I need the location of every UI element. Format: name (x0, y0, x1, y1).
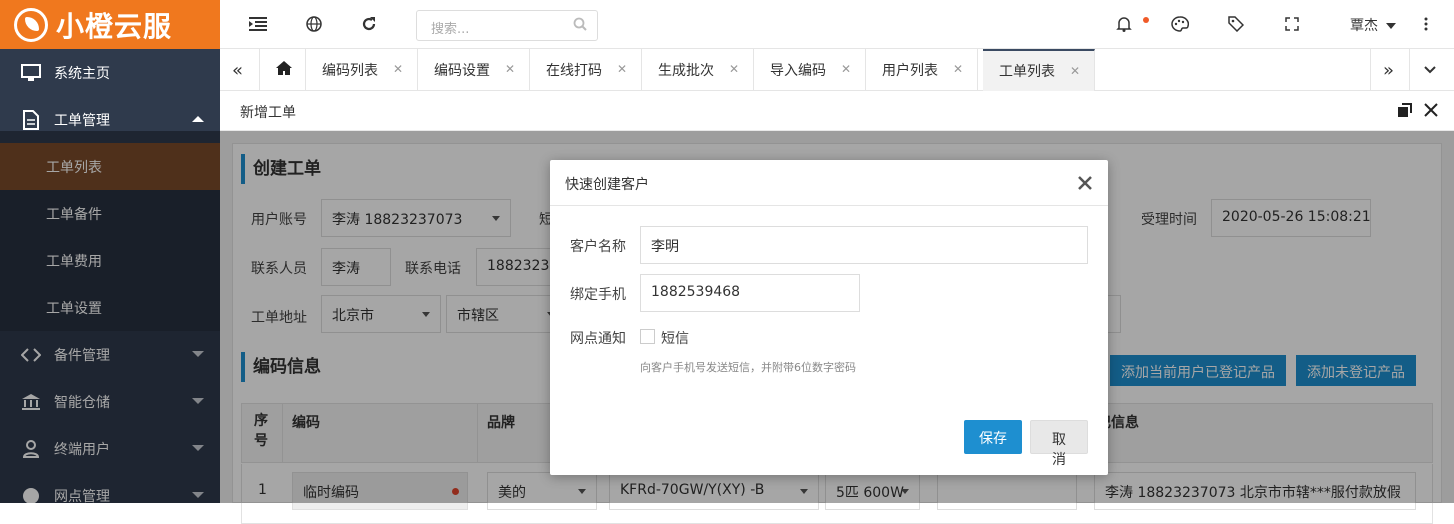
sidebar-item-label: 系统主页 (54, 65, 110, 82)
notification-dot (1143, 17, 1149, 23)
menu-indent-icon[interactable] (248, 14, 268, 34)
customer-name-value: 李明 (651, 239, 679, 255)
monitor-icon (20, 63, 42, 83)
tab-label: 编码设置 (434, 63, 490, 79)
dialog-title: 快速创建客户 (565, 177, 649, 193)
top-bar: 搜索... 覃杰 (220, 0, 1454, 49)
sms-hint: 向客户手机号发送短信，并附带6位数字密码 (640, 361, 856, 374)
close-icon[interactable]: ✕ (729, 62, 739, 76)
chevron-down-icon (1386, 23, 1397, 29)
close-icon[interactable]: ✕ (505, 62, 515, 76)
notify-label: 网点通知 (570, 331, 626, 347)
sidebar-item-home[interactable]: 系统主页 (0, 49, 220, 96)
logo[interactable]: 小橙云服 (0, 0, 220, 49)
close-icon[interactable] (1424, 103, 1438, 121)
tab-user-list[interactable]: 用户列表 ✕ (866, 49, 978, 91)
search-icon[interactable] (573, 17, 587, 35)
home-icon (275, 60, 293, 80)
cancel-button[interactable]: 取消 (1030, 420, 1088, 467)
double-chevron-left-icon: « (232, 59, 244, 81)
orange-logo-icon (14, 7, 48, 42)
tab-home[interactable] (260, 49, 306, 91)
bind-phone-value: 1882539468 (651, 284, 741, 300)
globe-icon[interactable] (304, 14, 324, 34)
tab-label: 编码列表 (322, 63, 378, 79)
customer-name-label: 客户名称 (570, 239, 626, 255)
close-icon[interactable] (1078, 170, 1092, 196)
logo-text: 小橙云服 (56, 9, 173, 43)
breadcrumb: 新增工单 (220, 91, 1454, 131)
user-menu[interactable]: 覃杰 (1350, 15, 1397, 35)
user-name: 覃杰 (1350, 18, 1378, 34)
close-icon[interactable]: ✕ (393, 62, 403, 76)
sms-checkbox[interactable] (640, 329, 655, 344)
scroll-tabs-right-button[interactable]: » (1370, 49, 1410, 91)
fullscreen-icon[interactable] (1282, 14, 1302, 34)
double-chevron-right-icon: » (1383, 59, 1395, 81)
save-button[interactable]: 保存 (964, 420, 1022, 454)
tab-label: 在线打码 (546, 63, 602, 79)
bind-phone-label: 绑定手机 (570, 287, 626, 303)
tab-online-printing[interactable]: 在线打码 ✕ (530, 49, 642, 91)
close-icon[interactable]: ✕ (617, 62, 627, 76)
refresh-icon[interactable] (359, 14, 379, 34)
tab-label: 用户列表 (882, 63, 938, 79)
scroll-tabs-left-button[interactable]: « (220, 49, 260, 91)
palette-icon[interactable] (1170, 14, 1190, 34)
document-icon (20, 109, 42, 130)
bell-icon[interactable] (1114, 14, 1134, 34)
tab-label: 工单列表 (999, 64, 1055, 80)
tab-import-codes[interactable]: 导入编码 ✕ (754, 49, 866, 91)
close-icon[interactable]: ✕ (841, 62, 851, 76)
tab-ticket-list[interactable]: 工单列表 ✕ (983, 49, 1095, 91)
tab-bar: « 编码列表 ✕ 编码设置 ✕ 在线打码 ✕ 生成批次 ✕ 导入编码 ✕ 用户列表 ✕ 工单… (220, 49, 1454, 91)
tab-label: 导入编码 (770, 63, 826, 79)
tab-options-button[interactable] (1410, 49, 1454, 91)
bind-phone-input[interactable]: 1882539468 (640, 274, 860, 312)
quick-create-customer-dialog: 快速创建客户 客户名称 李明 绑定手机 1882539468 网点通知 短信 向… (550, 160, 1108, 475)
restore-window-icon[interactable] (1398, 103, 1412, 121)
page-title: 新增工单 (240, 105, 296, 121)
sms-label: 短信 (661, 331, 689, 347)
customer-name-input[interactable]: 李明 (640, 226, 1088, 264)
tab-label: 生成批次 (658, 63, 714, 79)
chevron-down-icon (1424, 62, 1436, 78)
dialog-header: 快速创建客户 (550, 160, 1108, 206)
tag-icon[interactable] (1226, 14, 1246, 34)
close-icon[interactable]: ✕ (953, 62, 963, 76)
close-icon[interactable]: ✕ (1070, 64, 1080, 78)
more-vertical-icon[interactable] (1416, 14, 1436, 34)
chevron-up-icon (192, 116, 204, 122)
search-placeholder: 搜索... (431, 22, 470, 37)
tab-code-settings[interactable]: 编码设置 ✕ (418, 49, 530, 91)
search-input[interactable]: 搜索... (416, 10, 598, 41)
tab-code-list[interactable]: 编码列表 ✕ (306, 49, 418, 91)
sidebar-item-label: 工单管理 (54, 112, 110, 129)
tab-generate-batch[interactable]: 生成批次 ✕ (642, 49, 754, 91)
